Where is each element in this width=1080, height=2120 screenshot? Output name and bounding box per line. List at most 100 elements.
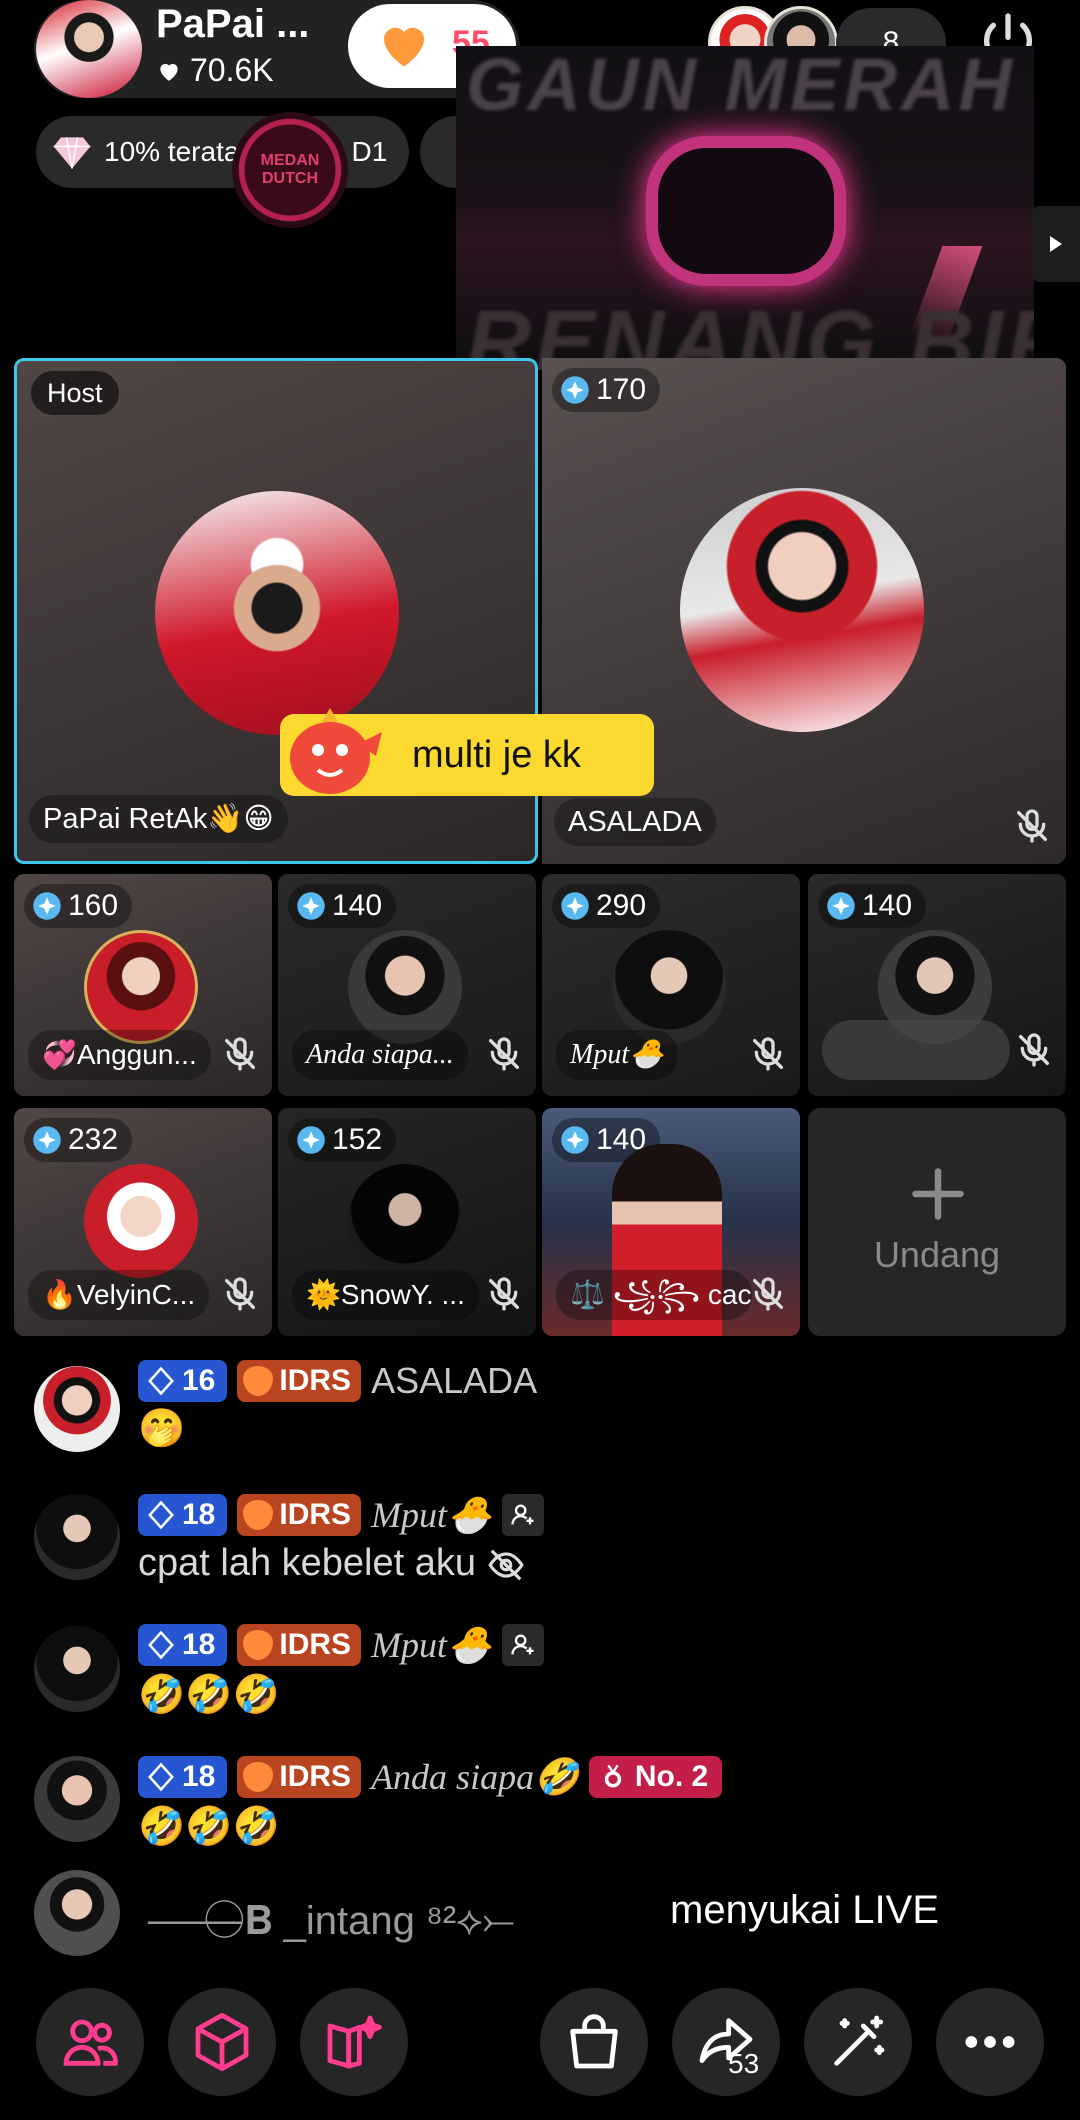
mic-off-icon <box>1012 806 1052 846</box>
chat-text-row: cpat lah kebelet aku <box>138 1542 525 1585</box>
chat-avatar[interactable] <box>34 1366 120 1452</box>
guest-name[interactable]: 🌞SnowY. ... <box>292 1270 479 1320</box>
add-friend-button[interactable] <box>501 1494 544 1536</box>
chat-username[interactable]: Anda siapa🤣 <box>371 1756 579 1798</box>
mic-off-icon <box>748 1034 788 1074</box>
guest-score-badge: 232 <box>24 1118 133 1162</box>
guest-avatar[interactable] <box>348 930 462 1044</box>
share-count: 53 <box>728 2048 760 2079</box>
clan-badge: IDRS <box>237 1360 362 1402</box>
guest-score-badge: 160 <box>24 884 133 928</box>
people-icon <box>63 2019 118 2066</box>
guest-name[interactable]: Mput🐣 <box>556 1030 678 1080</box>
gem-icon <box>33 1126 61 1154</box>
guest-avatar[interactable] <box>84 1164 198 1278</box>
gem-icon <box>561 376 589 404</box>
clan-name: IDRS <box>279 1498 352 1531</box>
shield-icon <box>243 1366 274 1396</box>
join-username[interactable]: ⸻⃝⃝𝐁 _intang ⁸²⟡⤚ <box>146 1888 515 1946</box>
eye-off-icon[interactable] <box>487 1546 525 1584</box>
guest-name[interactable]: 💞Anggun... <box>28 1030 211 1080</box>
guest-score: 140 <box>332 889 383 922</box>
level-number: 16 <box>182 1364 216 1397</box>
guests-button[interactable] <box>36 1988 144 2096</box>
gem-icon <box>561 892 589 920</box>
host-tile-name[interactable]: PaPai RetAk👋😁 <box>29 795 288 843</box>
guest-tile[interactable]: 140 Anda siapa... <box>278 874 536 1096</box>
guest-tile[interactable]: 290 Mput🐣 <box>542 874 800 1096</box>
more-button[interactable] <box>936 1988 1044 2096</box>
league-rank-badge[interactable]: 10% teratas di Liga D1 <box>36 116 410 188</box>
chat-username[interactable]: ASALADA <box>371 1360 537 1402</box>
guest-tile[interactable]: 140 <box>808 874 1066 1096</box>
chat-username[interactable]: Mput🐣 <box>371 1494 492 1536</box>
guest-score: 160 <box>68 889 119 922</box>
mic-off-icon <box>220 1034 260 1074</box>
box-button[interactable] <box>168 1988 276 2096</box>
video-text-top: GAUN MERAH <box>466 46 1016 126</box>
gift-rank-text: No. 2 <box>634 1760 709 1793</box>
expand-panel-button[interactable] <box>1032 206 1080 282</box>
guest-score-badge: 140 <box>288 884 397 928</box>
level-number: 18 <box>182 1628 216 1661</box>
like-notification: ⸻⃝⃝𝐁 _intang ⁸²⟡⤚ menyukai LIVE <box>34 1870 1054 1960</box>
follow-heart-icon[interactable] <box>372 14 436 74</box>
clan-name: IDRS <box>279 1364 352 1397</box>
host-name[interactable]: PaPai ... <box>156 2 309 47</box>
chat-username[interactable]: Mput🐣 <box>371 1624 492 1666</box>
mic-off-icon <box>484 1034 524 1074</box>
gem-icon <box>297 1126 325 1154</box>
chat-text: 🤣🤣🤣 <box>138 1804 280 1848</box>
add-user-icon <box>511 1634 534 1655</box>
video-logo-frame <box>646 136 846 286</box>
guest-tile[interactable]: 152 🌞SnowY. ... <box>278 1108 536 1336</box>
add-user-icon <box>511 1504 534 1525</box>
video-logo-text: MEDAN DUTCH <box>260 152 320 187</box>
level-gem-icon <box>148 1366 174 1396</box>
guest-name[interactable]: ⚖️ ꧁꧂ cac... <box>556 1270 752 1320</box>
guest-tile-avatar[interactable] <box>680 488 924 732</box>
guest-name[interactable]: 🔥VelyinC... <box>28 1270 210 1320</box>
gem-icon <box>297 892 325 920</box>
guest-tile[interactable]: 160 💞Anggun... <box>14 874 272 1096</box>
add-friend-button[interactable] <box>501 1624 544 1666</box>
host-tile-avatar[interactable] <box>155 491 399 735</box>
video-overlay[interactable]: GAUN MERAH RENANG BIRU <box>456 46 1034 370</box>
invite-tile[interactable]: Undang <box>808 1108 1066 1336</box>
guest-score-badge: 170 <box>552 368 661 412</box>
chat-text: cpat lah kebelet aku <box>138 1542 477 1584</box>
guest-tile-name[interactable]: ASALADA <box>554 798 716 846</box>
host-likes: 70.6K <box>156 52 274 89</box>
chat-text: 🤭 <box>138 1406 186 1450</box>
guest-tile-video[interactable]: 140 ⚖️ ꧁꧂ cac... <box>542 1108 800 1336</box>
chat-avatar[interactable] <box>34 1756 120 1842</box>
chat-avatar[interactable] <box>34 1494 120 1580</box>
host-likes-count: 70.6K <box>190 52 274 88</box>
host-tag: Host <box>31 371 119 415</box>
secondary-badge[interactable] <box>420 116 460 188</box>
shop-button[interactable] <box>540 1988 648 2096</box>
guest-name[interactable]: Anda siapa... <box>292 1030 468 1080</box>
guest-tile[interactable]: 232 🔥VelyinC... <box>14 1108 272 1336</box>
host-avatar[interactable] <box>36 0 142 98</box>
guest-avatar[interactable] <box>612 930 726 1044</box>
guest-score-badge: 290 <box>552 884 661 928</box>
magic-wand-button[interactable] <box>804 1988 912 2096</box>
level-badge: 18 <box>138 1756 228 1798</box>
guest-name[interactable] <box>822 1020 1010 1080</box>
chat-text: 🤣🤣🤣 <box>138 1672 280 1716</box>
magic-wand-icon <box>834 2015 885 2066</box>
mic-off-icon <box>1014 1030 1054 1070</box>
chevron-right-icon <box>1050 236 1062 252</box>
chat-avatar[interactable] <box>34 1626 120 1712</box>
guest-avatar[interactable] <box>84 930 198 1044</box>
clan-badge: IDRS <box>237 1624 362 1666</box>
level-badge: 16 <box>138 1360 228 1402</box>
join-action-text: menyukai LIVE <box>670 1888 940 1932</box>
share-button[interactable] <box>672 1988 780 2096</box>
effects-button[interactable] <box>300 1988 408 2096</box>
mic-off-icon <box>220 1274 260 1314</box>
guest-score: 232 <box>68 1123 119 1156</box>
join-avatar[interactable] <box>34 1870 120 1956</box>
guest-avatar[interactable] <box>348 1164 462 1278</box>
